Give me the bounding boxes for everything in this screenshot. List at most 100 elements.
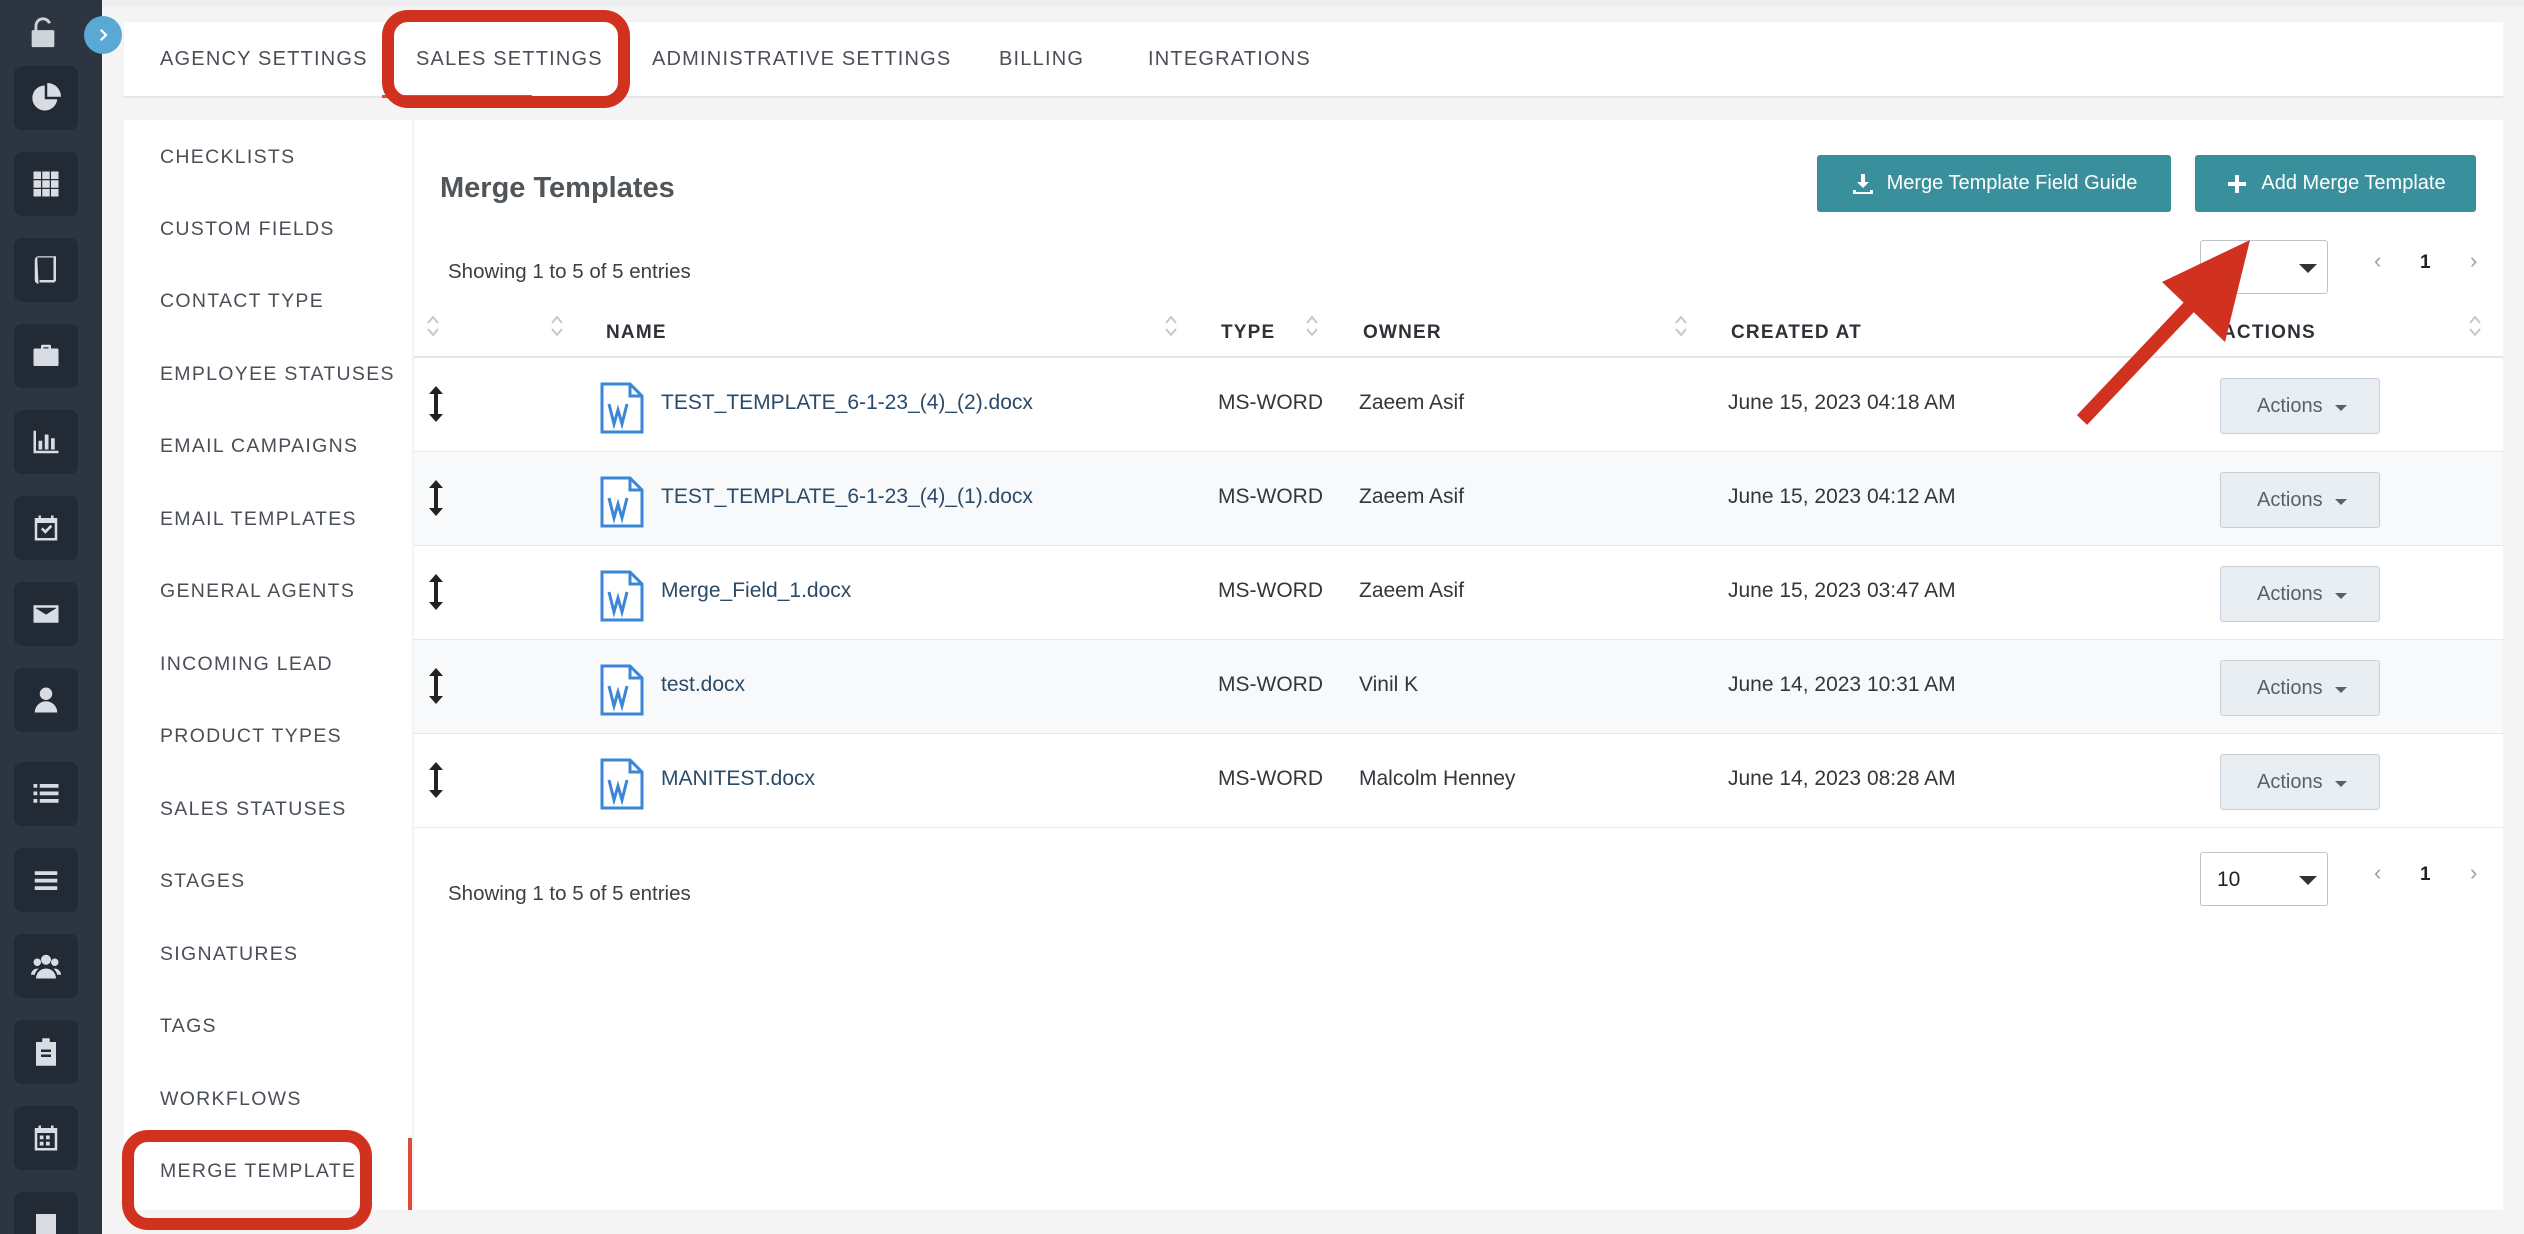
page-size-value: 10 xyxy=(2217,868,2241,891)
active-sidebar-indicator xyxy=(408,1138,412,1210)
expand-sidebar-button[interactable] xyxy=(84,16,122,54)
template-owner: Malcolm Henney xyxy=(1359,767,1516,790)
sort-icon[interactable] xyxy=(1305,314,1319,338)
user-icon[interactable] xyxy=(14,668,78,732)
drag-handle-icon[interactable] xyxy=(428,386,444,422)
sidebar-item-sales-statuses[interactable]: SALES STATUSES xyxy=(160,798,347,821)
sidebar-item-employee-statuses[interactable]: EMPLOYEE STATUSES xyxy=(160,363,395,386)
actions-label: Actions xyxy=(2257,488,2323,511)
icon-rail xyxy=(0,0,102,1234)
actions-dropdown-button[interactable]: Actions xyxy=(2220,754,2380,810)
field-guide-button-label: Merge Template Field Guide xyxy=(1886,172,2138,194)
template-owner: Vinil K xyxy=(1359,673,1419,696)
tab-billing[interactable]: BILLING xyxy=(999,48,1084,71)
pie-chart-icon[interactable] xyxy=(14,66,78,130)
calendar-icon[interactable] xyxy=(14,1106,78,1170)
next-page-icon[interactable]: › xyxy=(2470,860,2477,886)
column-header-created-at[interactable]: CREATED AT xyxy=(1731,322,1862,344)
tab-administrative-settings[interactable]: ADMINISTRATIVE SETTINGS xyxy=(652,48,951,71)
sidebar-item-checklists[interactable]: CHECKLISTS xyxy=(160,146,295,169)
sort-icon[interactable] xyxy=(2468,314,2482,338)
more-icon[interactable] xyxy=(14,1192,78,1234)
word-document-icon xyxy=(600,382,644,434)
actions-dropdown-button[interactable]: Actions xyxy=(2220,660,2380,716)
top-line xyxy=(102,0,2524,6)
actions-label: Actions xyxy=(2257,676,2323,699)
field-guide-button[interactable]: Merge Template Field Guide xyxy=(1817,155,2171,212)
menu-icon[interactable] xyxy=(14,848,78,912)
prev-page-icon[interactable]: ‹ xyxy=(2374,860,2381,886)
template-name-link[interactable]: MANITEST.docx xyxy=(661,767,815,791)
template-type: MS-WORD xyxy=(1218,391,1323,414)
briefcase-icon[interactable] xyxy=(14,324,78,388)
page-size-select-bottom[interactable]: 10 xyxy=(2200,852,2328,906)
page-number-bottom[interactable]: 1 xyxy=(2420,864,2431,886)
drag-handle-icon[interactable] xyxy=(428,668,444,704)
template-type: MS-WORD xyxy=(1218,485,1323,508)
plus-icon xyxy=(2228,174,2247,193)
sort-icon[interactable] xyxy=(1164,314,1178,338)
page-number-top[interactable]: 1 xyxy=(2420,252,2431,274)
sort-icon[interactable] xyxy=(426,314,440,338)
column-header-type[interactable]: TYPE xyxy=(1221,322,1275,344)
book-icon[interactable] xyxy=(14,238,78,302)
sidebar-item-email-campaigns[interactable]: EMAIL CAMPAIGNS xyxy=(160,435,358,458)
sidebar-item-custom-fields[interactable]: CUSTOM FIELDS xyxy=(160,218,335,241)
sort-icon[interactable] xyxy=(550,314,564,338)
tab-agency-settings[interactable]: AGENCY SETTINGS xyxy=(160,48,368,71)
template-type: MS-WORD xyxy=(1218,579,1323,602)
template-owner: Zaeem Asif xyxy=(1359,485,1465,508)
template-created-at: June 15, 2023 03:47 AM xyxy=(1728,579,1956,602)
template-type: MS-WORD xyxy=(1218,673,1323,696)
table-row: test.docx MS-WORD Vinil K June 14, 2023 … xyxy=(414,640,2503,734)
bar-chart-icon[interactable] xyxy=(14,410,78,474)
arrow-annotation xyxy=(2076,240,2250,425)
next-page-icon[interactable]: › xyxy=(2470,248,2477,274)
tab-highlight-annotation xyxy=(382,10,630,108)
template-name-link[interactable]: TEST_TEMPLATE_6-1-23_(4)_(1).docx xyxy=(661,485,1033,509)
template-created-at: June 14, 2023 08:28 AM xyxy=(1728,767,1956,790)
template-type: MS-WORD xyxy=(1218,767,1323,790)
sidebar-item-tags[interactable]: TAGS xyxy=(160,1015,217,1038)
caret-down-icon xyxy=(2335,405,2347,411)
grid-icon[interactable] xyxy=(14,152,78,216)
table-row: MANITEST.docx MS-WORD Malcolm Henney Jun… xyxy=(414,734,2503,828)
actions-dropdown-button[interactable]: Actions xyxy=(2220,566,2380,622)
column-header-name[interactable]: NAME xyxy=(606,322,667,344)
template-name-link[interactable]: test.docx xyxy=(661,673,745,697)
template-name-link[interactable]: Merge_Field_1.docx xyxy=(661,579,851,603)
sidebar-item-general-agents[interactable]: GENERAL AGENTS xyxy=(160,580,355,603)
users-icon[interactable] xyxy=(14,934,78,998)
drag-handle-icon[interactable] xyxy=(428,762,444,798)
sidebar-item-signatures[interactable]: SIGNATURES xyxy=(160,943,298,966)
sales-settings-sidebar: CHECKLISTS CUSTOM FIELDS CONTACT TYPE EM… xyxy=(124,120,412,1210)
prev-page-icon[interactable]: ‹ xyxy=(2374,248,2381,274)
calendar-check-icon[interactable] xyxy=(14,496,78,560)
word-document-icon xyxy=(600,476,644,528)
entries-info-top: Showing 1 to 5 of 5 entries xyxy=(448,260,691,283)
list-icon[interactable] xyxy=(14,762,78,826)
template-name-link[interactable]: TEST_TEMPLATE_6-1-23_(4)_(2).docx xyxy=(661,391,1033,415)
sidebar-item-contact-type[interactable]: CONTACT TYPE xyxy=(160,290,324,313)
tab-integrations[interactable]: INTEGRATIONS xyxy=(1148,48,1311,71)
sidebar-item-product-types[interactable]: PRODUCT TYPES xyxy=(160,725,342,748)
sidebar-item-email-templates[interactable]: EMAIL TEMPLATES xyxy=(160,508,357,531)
actions-dropdown-button[interactable]: Actions xyxy=(2220,472,2380,528)
drag-handle-icon[interactable] xyxy=(428,574,444,610)
sidebar-item-workflows[interactable]: WORKFLOWS xyxy=(160,1088,302,1111)
sidebar-item-incoming-lead[interactable]: INCOMING LEAD xyxy=(160,653,333,676)
sidebar-highlight-annotation xyxy=(122,1130,372,1230)
drag-handle-icon[interactable] xyxy=(428,480,444,516)
add-merge-template-button[interactable]: Add Merge Template xyxy=(2195,155,2476,212)
entries-info-bottom: Showing 1 to 5 of 5 entries xyxy=(448,882,691,905)
clipboard-icon[interactable] xyxy=(14,1020,78,1084)
word-document-icon xyxy=(600,664,644,716)
column-header-owner[interactable]: OWNER xyxy=(1363,322,1442,344)
table-row: Merge_Field_1.docx MS-WORD Zaeem Asif Ju… xyxy=(414,546,2503,640)
template-owner: Zaeem Asif xyxy=(1359,579,1465,602)
sidebar-item-stages[interactable]: STAGES xyxy=(160,870,245,893)
envelope-icon[interactable] xyxy=(14,582,78,646)
unlock-icon[interactable] xyxy=(26,16,62,52)
template-created-at: June 14, 2023 10:31 AM xyxy=(1728,673,1956,696)
sort-icon[interactable] xyxy=(1674,314,1688,338)
